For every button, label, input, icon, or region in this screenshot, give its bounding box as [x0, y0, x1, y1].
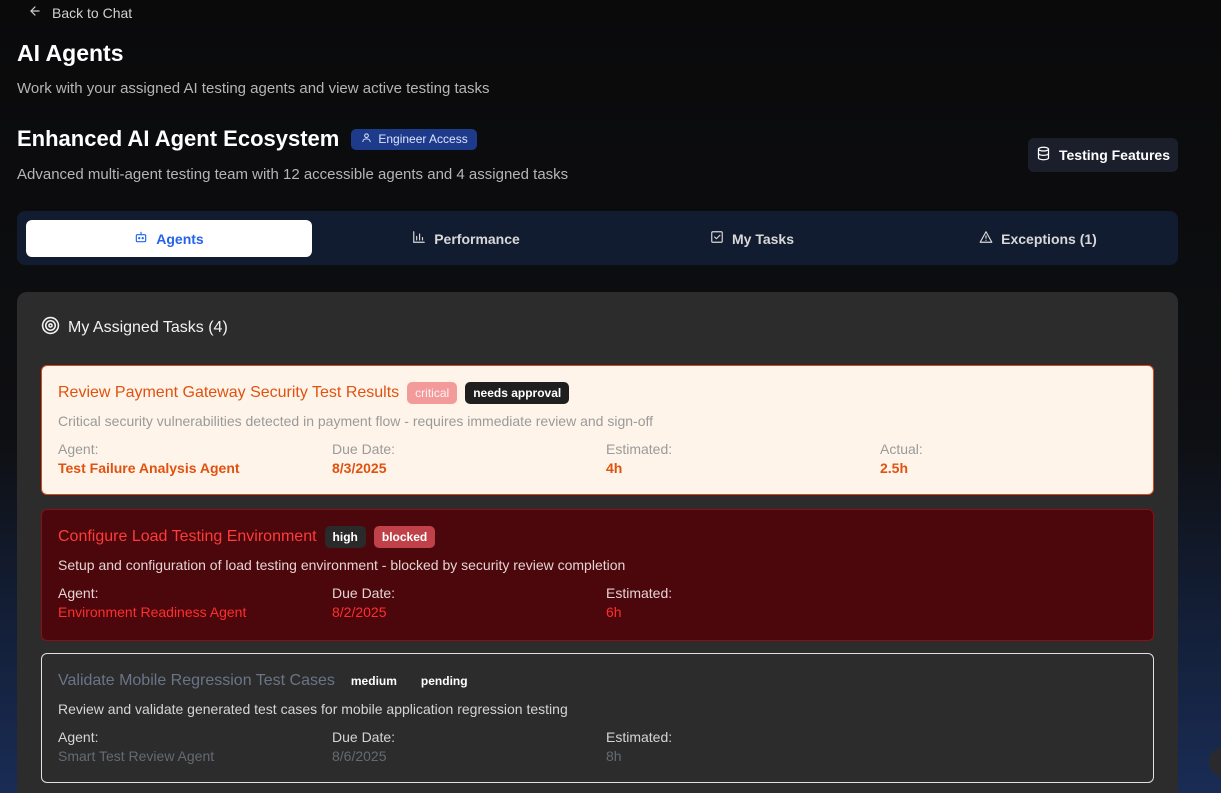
task-title-row: Review Payment Gateway Security Test Res…: [58, 382, 570, 404]
database-icon: [1036, 146, 1051, 164]
estimated-value: 6h: [606, 604, 622, 620]
ecosystem-heading: Enhanced AI Agent Ecosystem Engineer Acc…: [17, 126, 477, 152]
page-title: AI Agents: [17, 40, 124, 66]
access-badge-label: Engineer Access: [378, 132, 468, 146]
assigned-tasks-panel: My Assigned Tasks (4) Review Payment Gat…: [17, 292, 1178, 793]
floating-action-button[interactable]: [1209, 747, 1221, 777]
actual-label: Actual:: [880, 441, 923, 457]
due-label: Due Date:: [332, 729, 396, 745]
tab-label: Performance: [434, 230, 520, 247]
tab-bar: Agents Performance My Tasks Exceptions (…: [17, 211, 1178, 265]
task-title-row: Validate Mobile Regression Test Cases me…: [58, 670, 476, 692]
arrow-left-icon: [28, 4, 42, 21]
tab-performance[interactable]: Performance: [323, 220, 609, 257]
due-value: 8/3/2025: [332, 460, 387, 476]
panel-title: My Assigned Tasks (4): [68, 319, 228, 336]
task-title: Configure Load Testing Environment: [58, 528, 317, 545]
task-card[interactable]: Configure Load Testing Environment high …: [41, 509, 1154, 641]
tab-label: Exceptions (1): [1001, 230, 1097, 247]
task-title: Review Payment Gateway Security Test Res…: [58, 384, 400, 401]
task-agent: Agent: Environment Readiness Agent: [58, 585, 246, 620]
priority-badge: critical: [407, 382, 458, 404]
estimated-label: Estimated:: [606, 441, 673, 457]
status-badge: needs approval: [465, 382, 570, 404]
status-badge: pending: [412, 670, 476, 692]
task-estimated: Estimated: 4h: [606, 441, 672, 476]
agent-label: Agent:: [58, 441, 99, 457]
task-due-date: Due Date: 8/3/2025: [332, 441, 395, 476]
agent-label: Agent:: [58, 729, 99, 745]
bar-chart-icon: [412, 230, 426, 247]
task-description: Review and validate generated test cases…: [58, 701, 568, 717]
task-estimated: Estimated: 8h: [606, 729, 672, 764]
ecosystem-title: Enhanced AI Agent Ecosystem: [17, 126, 340, 151]
task-card[interactable]: Validate Mobile Regression Test Cases me…: [41, 653, 1154, 783]
target-icon: [41, 316, 60, 340]
task-card[interactable]: Review Payment Gateway Security Test Res…: [41, 365, 1154, 495]
tab-my-tasks[interactable]: My Tasks: [609, 220, 895, 257]
bot-icon: [134, 230, 148, 247]
panel-header: My Assigned Tasks (4): [41, 316, 228, 340]
task-due-date: Due Date: 8/2/2025: [332, 585, 395, 620]
estimated-value: 8h: [606, 748, 622, 764]
agent-label: Agent:: [58, 585, 99, 601]
task-description: Critical security vulnerabilities detect…: [58, 413, 653, 429]
due-label: Due Date:: [332, 441, 396, 457]
access-badge: Engineer Access: [351, 128, 477, 150]
tab-label: My Tasks: [732, 230, 794, 247]
testing-features-button[interactable]: Testing Features: [1028, 138, 1178, 172]
agent-value: Smart Test Review Agent: [58, 748, 215, 764]
estimated-label: Estimated:: [606, 729, 673, 745]
agent-value: Environment Readiness Agent: [58, 604, 247, 620]
estimated-label: Estimated:: [606, 585, 673, 601]
estimated-value: 4h: [606, 460, 623, 476]
task-estimated: Estimated: 6h: [606, 585, 672, 620]
user-icon: [361, 132, 372, 146]
due-value: 8/6/2025: [332, 748, 387, 764]
page-subtitle: Work with your assigned AI testing agent…: [17, 80, 490, 97]
tab-exceptions[interactable]: Exceptions (1): [895, 220, 1181, 257]
task-title: Validate Mobile Regression Test Cases: [58, 672, 335, 689]
priority-badge: high: [324, 526, 366, 548]
check-square-icon: [710, 230, 724, 247]
task-description: Setup and configuration of load testing …: [58, 557, 626, 573]
agent-value: Test Failure Analysis Agent: [58, 460, 240, 476]
task-title-row: Configure Load Testing Environment high …: [58, 526, 436, 548]
task-agent: Agent: Smart Test Review Agent: [58, 729, 214, 764]
due-label: Due Date:: [332, 585, 396, 601]
back-label: Back to Chat: [52, 4, 133, 21]
back-to-chat-link[interactable]: Back to Chat: [28, 4, 132, 21]
testing-features-label: Testing Features: [1059, 147, 1170, 163]
actual-value: 2.5h: [880, 460, 909, 476]
task-actual: Actual: 2.5h: [880, 441, 923, 476]
due-value: 8/2/2025: [332, 604, 387, 620]
alert-triangle-icon: [979, 230, 993, 247]
tab-label: Agents: [156, 230, 204, 247]
status-badge: blocked: [373, 526, 436, 548]
priority-badge: medium: [342, 670, 405, 692]
task-agent: Agent: Test Failure Analysis Agent: [58, 441, 240, 476]
ecosystem-description: Advanced multi-agent testing team with 1…: [17, 166, 569, 183]
tab-agents[interactable]: Agents: [26, 220, 312, 257]
task-due-date: Due Date: 8/6/2025: [332, 729, 395, 764]
